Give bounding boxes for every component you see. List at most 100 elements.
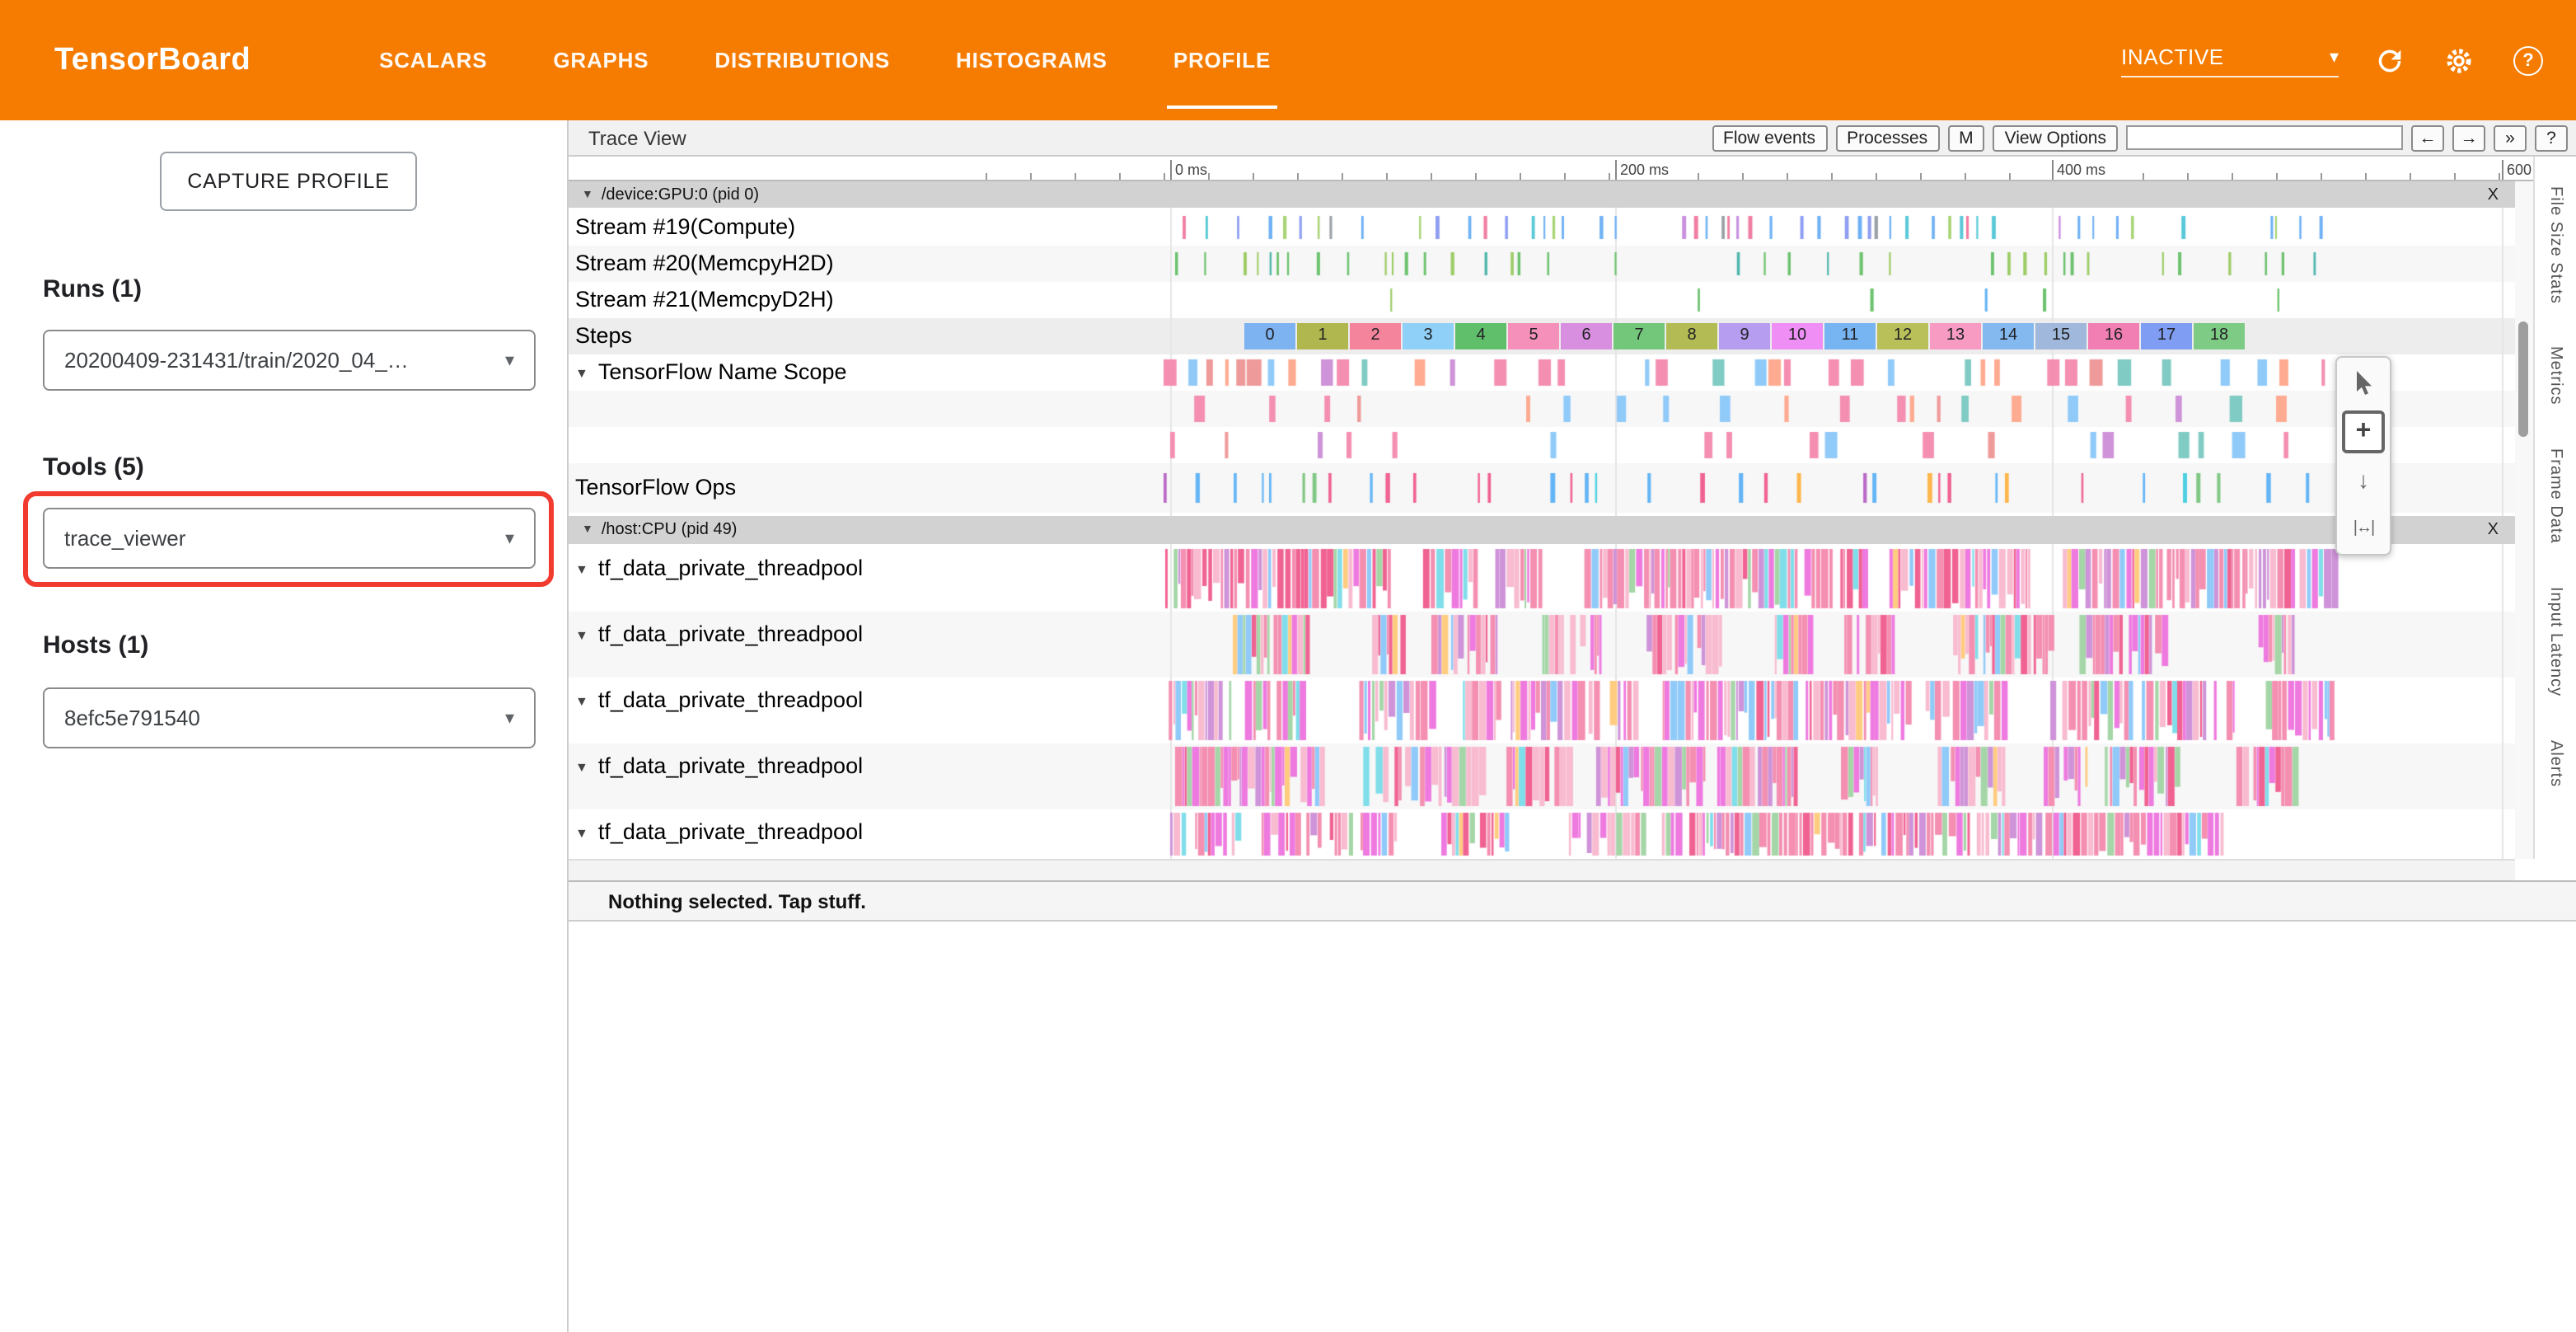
vertical-scrollbar[interactable] [2515, 181, 2533, 859]
step-block[interactable]: 1 [1297, 323, 1348, 349]
track-label: tf_data_private_threadpool [598, 621, 863, 646]
timeline-tracks: Stream #19(Compute) Stream #20(MemcpyH2D… [569, 181, 2576, 859]
step-block[interactable]: 16 [2088, 323, 2139, 349]
analysis-side-tabs: File Size Stats Metrics Frame Data Input… [2533, 157, 2576, 859]
tab-file-size-stats[interactable]: File Size Stats [2546, 186, 2564, 304]
runs-dropdown[interactable]: 20200409-231431/train/2020_04_… ▾ [43, 330, 536, 391]
ruler-tick-400ms: 400 ms [2052, 160, 2105, 180]
trace-tool-palette: + ↓ |↔| [2335, 356, 2391, 556]
step-block[interactable]: 4 [1455, 323, 1506, 349]
select-tool-button[interactable] [2342, 363, 2385, 406]
tab-distributions[interactable]: DISTRIBUTIONS [714, 0, 890, 120]
profile-sidebar: CAPTURE PROFILE Runs (1) 20200409-231431… [0, 120, 569, 1332]
step-block[interactable]: 11 [1824, 323, 1876, 349]
tab-graphs[interactable]: GRAPHS [553, 0, 649, 120]
metadata-button[interactable]: M [1947, 124, 1985, 151]
step-block[interactable]: 12 [1877, 323, 1928, 349]
tools-dropdown[interactable]: trace_viewer ▾ [43, 508, 536, 569]
skip-button[interactable]: » [2494, 124, 2527, 151]
trace-help-button[interactable]: ? [2535, 124, 2568, 151]
step-block[interactable]: 10 [1772, 323, 1823, 349]
gpu-section-title: /device:GPU:0 (pid 0) [602, 185, 759, 204]
step-block[interactable]: 17 [2141, 323, 2192, 349]
hosts-selected-value: 8efc5e791540 [64, 706, 200, 730]
track-label: tf_data_private_threadpool [598, 556, 863, 580]
step-block[interactable]: 8 [1666, 323, 1717, 349]
tools-label: Tools (5) [43, 453, 144, 481]
tab-alerts[interactable]: Alerts [2546, 739, 2564, 786]
timeline-ruler[interactable]: 0 ms 200 ms 400 ms 600 [569, 157, 2576, 181]
processes-button[interactable]: Processes [1835, 124, 1939, 151]
timing-icon: |↔| [2354, 518, 2373, 537]
track-label: Steps [575, 318, 632, 354]
step-block[interactable]: 0 [1244, 323, 1295, 349]
collapse-arrow-icon[interactable]: ▼ [575, 628, 588, 643]
cpu-section-title: /host:CPU (pid 49) [602, 521, 738, 539]
collapse-arrow-icon[interactable]: ▼ [575, 366, 588, 381]
tab-profile[interactable]: PROFILE [1173, 0, 1271, 120]
ruler-tick-0ms: 0 ms [1170, 160, 1207, 180]
collapse-arrow-icon[interactable]: ▼ [582, 189, 593, 200]
refresh-button[interactable] [2372, 42, 2408, 78]
settings-button[interactable] [2441, 42, 2477, 78]
gpu-close-button[interactable]: X [2488, 185, 2502, 204]
cpu-close-button[interactable]: X [2488, 521, 2502, 539]
step-block[interactable]: 15 [2035, 323, 2087, 349]
collapse-arrow-icon[interactable]: ▼ [582, 524, 593, 536]
top-app-bar: TensorBoard SCALARS GRAPHS DISTRIBUTIONS… [0, 0, 2576, 120]
status-dropdown[interactable]: INACTIVE ▾ [2121, 44, 2339, 77]
gpu-section-header[interactable]: ▼ /device:GPU:0 (pid 0) X [569, 181, 2515, 208]
view-options-button[interactable]: View Options [1993, 124, 2118, 151]
step-block[interactable]: 3 [1403, 323, 1454, 349]
chevron-down-icon: ▾ [505, 707, 514, 729]
timing-tool-button[interactable]: |↔| [2342, 506, 2385, 549]
trace-view-toolbar: Trace View Flow events Processes M View … [569, 120, 2576, 157]
selection-status-bar: Nothing selected. Tap stuff. [569, 880, 2576, 922]
collapse-arrow-icon[interactable]: ▼ [575, 694, 588, 709]
find-next-button[interactable]: → [2452, 124, 2485, 151]
help-icon: ? [2513, 45, 2543, 75]
track-label: TensorFlow Ops [575, 463, 736, 513]
step-block[interactable]: 7 [1614, 323, 1665, 349]
collapse-arrow-icon[interactable]: ▼ [575, 562, 588, 577]
step-block[interactable]: 5 [1508, 323, 1559, 349]
header-controls: INACTIVE ▾ ? [2121, 42, 2576, 78]
collapse-arrow-icon[interactable]: ▼ [575, 760, 588, 775]
step-block[interactable]: 6 [1561, 323, 1612, 349]
hosts-label: Hosts (1) [43, 631, 148, 659]
track-label: TensorFlow Name Scope [598, 359, 847, 384]
step-block[interactable]: 2 [1350, 323, 1401, 349]
trace-viewer-panel: Trace View Flow events Processes M View … [569, 120, 2576, 1332]
tensorboard-app: TensorBoard SCALARS GRAPHS DISTRIBUTIONS… [0, 0, 2576, 1332]
zoom-tool-button[interactable]: + [2342, 410, 2385, 453]
chevron-down-icon: ▾ [505, 349, 514, 371]
horizontal-scrollbar[interactable] [569, 859, 2515, 880]
tab-metrics[interactable]: Metrics [2546, 347, 2564, 406]
tab-frame-data[interactable]: Frame Data [2546, 448, 2564, 544]
trace-search-input[interactable] [2126, 125, 2403, 150]
step-block[interactable]: 13 [1930, 323, 1981, 349]
step-block[interactable]: 14 [1983, 323, 2034, 349]
find-previous-button[interactable]: ← [2411, 124, 2444, 151]
tab-input-latency[interactable]: Input Latency [2546, 587, 2564, 696]
track-label: Stream #19(Compute) [575, 209, 795, 246]
tools-selected-value: trace_viewer [64, 526, 185, 551]
tab-histograms[interactable]: HISTOGRAMS [956, 0, 1108, 120]
ruler-tick-600ms: 600 [2502, 160, 2532, 180]
trace-view-title: Trace View [588, 126, 686, 149]
runs-selected-value: 20200409-231431/train/2020_04_… [64, 348, 409, 373]
flow-events-button[interactable]: Flow events [1712, 124, 1827, 151]
track-label: tf_data_private_threadpool [598, 753, 863, 778]
scrollbar-thumb[interactable] [2518, 321, 2528, 437]
step-block[interactable]: 18 [2194, 323, 2245, 349]
step-block[interactable]: 9 [1719, 323, 1770, 349]
tab-scalars[interactable]: SCALARS [379, 0, 487, 120]
capture-profile-button[interactable]: CAPTURE PROFILE [160, 152, 417, 211]
cpu-section-header[interactable]: ▼ /host:CPU (pid 49) X [569, 516, 2515, 544]
runs-label: Runs (1) [43, 275, 142, 303]
track-label: tf_data_private_threadpool [598, 819, 863, 844]
hosts-dropdown[interactable]: 8efc5e791540 ▾ [43, 687, 536, 748]
collapse-arrow-icon[interactable]: ▼ [575, 826, 588, 841]
help-button[interactable]: ? [2510, 42, 2546, 78]
pan-tool-button[interactable]: ↓ [2342, 458, 2385, 501]
